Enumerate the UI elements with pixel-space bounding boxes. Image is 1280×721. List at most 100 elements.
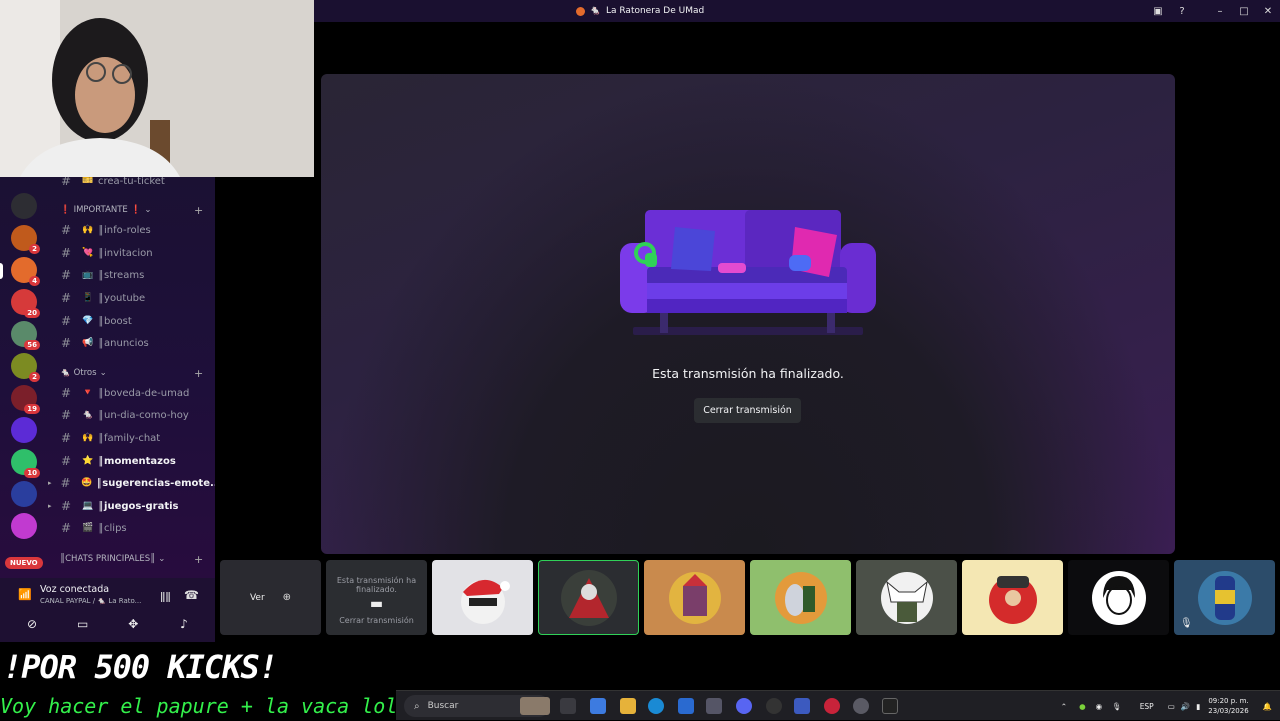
channel-item[interactable]: # 🎬 ║clips — [50, 518, 215, 538]
webcam-feed — [0, 0, 314, 177]
help-icon[interactable]: ? — [1170, 6, 1194, 17]
channel-item[interactable]: ▸ # 🤩 ║sugerencias-emote... — [48, 473, 215, 493]
server-icon[interactable]: 4 — [11, 257, 40, 286]
channel-item[interactable]: # 🙌 ║family-chat — [50, 428, 215, 448]
hash-icon: # — [60, 223, 72, 237]
channel-label: ║streams — [98, 269, 145, 281]
participant-avatar[interactable] — [750, 560, 851, 635]
vscode-icon[interactable] — [794, 698, 810, 714]
clock[interactable]: 09:20 p. m. 23/03/2026 — [1208, 696, 1248, 716]
server-icon[interactable] — [11, 481, 37, 507]
channel-item[interactable]: # 💎 ║boost — [50, 311, 215, 331]
server-icon[interactable] — [11, 513, 37, 539]
tile-stream-ended[interactable]: Esta transmisión ha finalizado. ▬ Cerrar… — [326, 560, 427, 635]
server-list: 2 4 20 56 2 19 10 — [0, 177, 46, 577]
server-badge: 2 — [29, 244, 40, 254]
channel-item[interactable]: ▸ # 💻 ║juegos-gratis — [48, 496, 215, 516]
search-highlight-icon[interactable] — [520, 697, 550, 715]
channel-item[interactable]: # 🐁 ║un-dia-como-hoy — [50, 405, 215, 425]
participant-avatar[interactable]: 🎙 — [1174, 560, 1275, 635]
category-chats[interactable]: ║CHATS PRINCIPALES║ ⌄ + — [60, 553, 203, 566]
obs-icon[interactable] — [766, 698, 782, 714]
thread-arrow-icon: ▸ — [48, 502, 52, 510]
close-stream-button[interactable]: Cerrar transmisión — [694, 398, 801, 423]
opera-icon[interactable] — [824, 698, 840, 714]
server-icon[interactable]: 10 — [11, 449, 40, 478]
settings-app-icon[interactable] — [706, 698, 722, 714]
channel-emoji: 📢 — [82, 338, 94, 348]
view-button[interactable]: Ver — [250, 593, 265, 603]
add-channel-icon[interactable]: + — [194, 553, 203, 566]
channel-item[interactable]: # 📢 ║anuncios — [50, 333, 215, 353]
hash-icon: # — [60, 431, 72, 445]
edge-icon[interactable] — [648, 698, 664, 714]
server-badge: 20 — [24, 308, 40, 318]
language-indicator[interactable]: ESP — [1140, 702, 1154, 711]
network-icon[interactable]: ▭ — [1168, 702, 1175, 711]
microphone-icon[interactable]: 🎙 — [1112, 702, 1122, 711]
hash-icon: # — [60, 336, 72, 350]
window-controls: ▣ ? – □ ✕ — [1146, 0, 1280, 22]
server-icon[interactable]: 19 — [11, 385, 40, 414]
discord-icon[interactable] — [736, 698, 752, 714]
activities-icon[interactable]: ✥ — [119, 617, 147, 631]
close-button[interactable]: ✕ — [1256, 6, 1280, 17]
minimize-button[interactable]: – — [1208, 6, 1232, 17]
camera-off-icon[interactable]: ⊘ — [18, 617, 46, 631]
category-prefix: ❗ — [60, 205, 71, 215]
maximize-button[interactable]: □ — [1232, 6, 1256, 17]
participant-avatar[interactable] — [432, 560, 533, 635]
tile-ended-text: Esta transmisión ha finalizado. — [336, 576, 417, 594]
volume-icon[interactable]: 🔊 — [1181, 702, 1190, 711]
epic-games-icon[interactable] — [882, 698, 898, 714]
tile-stream-preview[interactable]: Ver ⊕ — [220, 560, 321, 635]
server-icon[interactable] — [11, 193, 37, 219]
hash-icon: # — [60, 291, 72, 305]
chevron-down-icon: ⌄ — [144, 205, 152, 215]
server-icon[interactable]: 56 — [11, 321, 40, 350]
inbox-icon[interactable]: ▣ — [1146, 6, 1170, 17]
gear-icon[interactable] — [853, 698, 869, 714]
add-channel-icon[interactable]: + — [194, 367, 203, 380]
channel-item[interactable]: # 🔻 ║boveda-de-umad — [50, 383, 215, 403]
channel-emoji: 📱 — [82, 293, 94, 303]
soundboard-icon[interactable]: ♪ — [170, 617, 198, 631]
disconnect-icon[interactable]: ☎ — [184, 588, 199, 602]
server-icon[interactable]: 2 — [11, 353, 40, 382]
window-title-text: La Ratonera De UMad — [605, 6, 705, 16]
add-channel-icon[interactable]: + — [194, 204, 203, 217]
popout-icon[interactable]: ⊕ — [283, 592, 291, 603]
server-icon[interactable] — [11, 417, 37, 443]
channel-item[interactable]: # 🙌 ║info-roles — [50, 220, 215, 240]
participant-avatar[interactable] — [856, 560, 957, 635]
tile-close-button[interactable]: Cerrar transmisión — [339, 616, 414, 625]
participant-avatar[interactable] — [962, 560, 1063, 635]
webcam-person-image — [0, 0, 314, 177]
avatar — [988, 575, 1037, 624]
chevron-up-icon[interactable]: ⌃ — [1061, 702, 1067, 711]
channel-item[interactable]: # ⭐ ║momentazos — [50, 451, 215, 471]
tray-app-icon[interactable]: ● — [1079, 702, 1086, 711]
channel-item[interactable]: # 📺 ║streams — [50, 265, 215, 285]
server-icon[interactable]: 20 — [11, 289, 40, 318]
store-icon[interactable] — [678, 698, 694, 714]
battery-icon[interactable]: ▮ — [1196, 702, 1200, 711]
screen-share-icon[interactable]: ▭ — [69, 617, 97, 631]
category-otros[interactable]: 🐁 Otros ⌄ + — [60, 367, 203, 380]
kicks-banner: !POR 500 KICKS! — [3, 648, 278, 686]
voice-channel-text[interactable]: CANAL PAYPAL / 🐁 La Rato... — [40, 597, 141, 605]
file-explorer-icon[interactable] — [620, 698, 636, 714]
category-important[interactable]: ❗ IMPORTANTE ❗ ⌄ + — [60, 204, 203, 217]
notifications-icon[interactable]: 🔔 — [1263, 702, 1272, 711]
participant-avatar-speaking[interactable] — [538, 560, 639, 635]
avatar — [774, 571, 827, 624]
task-view-icon[interactable] — [560, 698, 576, 714]
participant-avatar[interactable] — [644, 560, 745, 635]
copilot-icon[interactable] — [590, 698, 606, 714]
server-icon[interactable]: 2 — [11, 225, 40, 254]
waveform-icon[interactable]: ǁǁ — [160, 590, 171, 603]
channel-item[interactable]: # 📱 ║youtube — [50, 288, 215, 308]
participant-avatar[interactable] — [1068, 560, 1169, 635]
channel-item[interactable]: # 💘 ║invitacion — [50, 243, 215, 263]
tray-app-icon[interactable]: ◉ — [1096, 702, 1103, 711]
